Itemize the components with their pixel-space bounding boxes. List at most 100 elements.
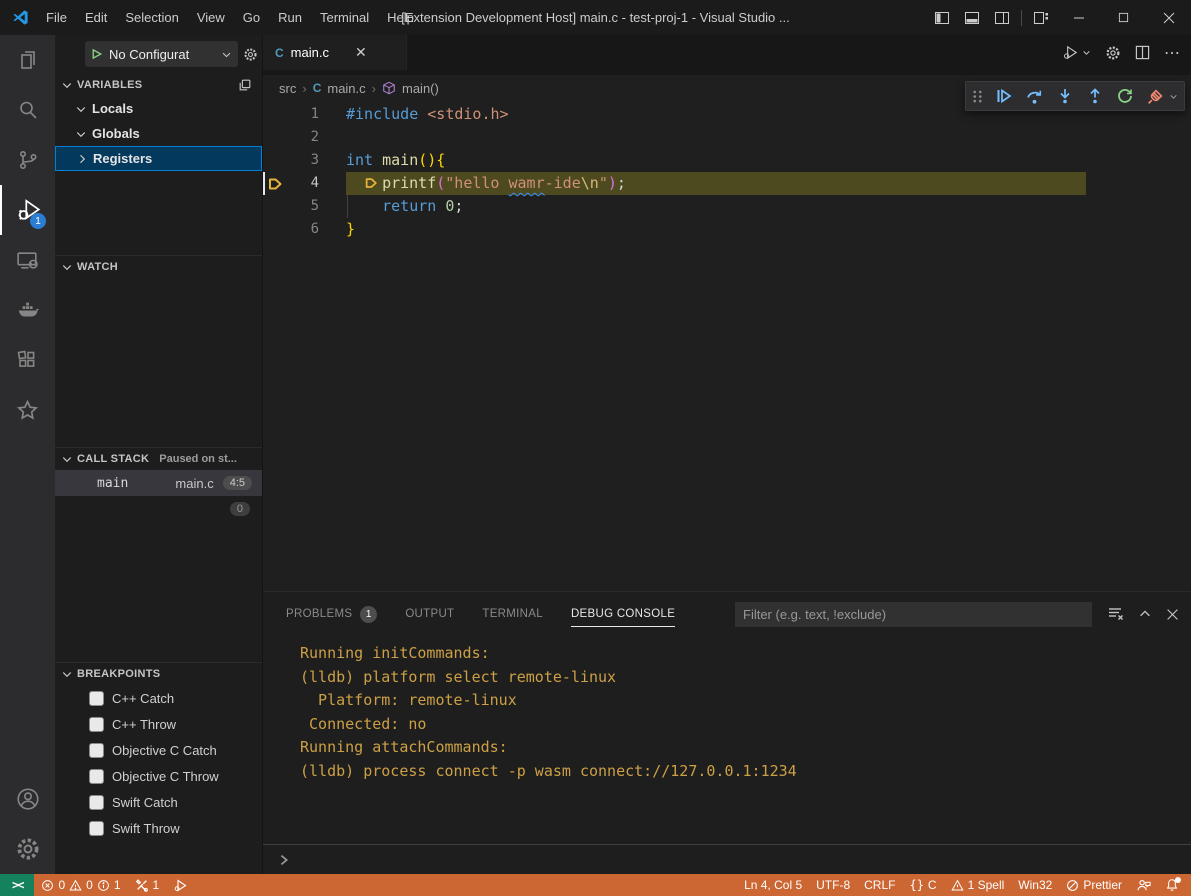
scope-globals[interactable]: Globals (55, 121, 262, 146)
breakpoint-checkbox[interactable] (89, 769, 104, 784)
breadcrumb-folder[interactable]: src (279, 81, 296, 96)
tools-status[interactable]: 1 (128, 874, 167, 896)
toolbar-drag-handle[interactable] (972, 89, 983, 104)
editor-gear-icon[interactable] (1105, 45, 1121, 61)
toggle-panel-icon[interactable] (957, 0, 987, 35)
encoding-status[interactable]: UTF-8 (809, 874, 857, 896)
panel-tab-debug-console[interactable]: DEBUG CONSOLE (571, 592, 675, 636)
gutter-glyph[interactable] (263, 149, 287, 172)
breakpoint-checkbox[interactable] (89, 691, 104, 706)
formatter-status[interactable]: Prettier (1059, 874, 1129, 896)
debug-stackframe-gutter-icon[interactable] (263, 172, 287, 195)
breakpoint-row[interactable]: Objective C Throw (55, 763, 262, 789)
debug-session-status[interactable] (166, 874, 195, 896)
remote-indicator[interactable]: >< (0, 874, 34, 896)
code-line[interactable]: 4 printf("hello wamr-ide\n"); (263, 172, 1191, 195)
scope-locals[interactable]: Locals (55, 96, 262, 121)
breakpoint-row[interactable]: Swift Throw (55, 815, 262, 841)
gutter-glyph[interactable] (263, 195, 287, 218)
panel-tab-problems[interactable]: PROBLEMS1 (286, 592, 377, 636)
code-line[interactable]: 6} (263, 218, 1191, 241)
console-filter-input[interactable] (735, 602, 1092, 627)
line-number[interactable]: 3 (287, 149, 319, 172)
clear-console-icon[interactable] (1108, 606, 1124, 622)
search-icon[interactable] (0, 85, 55, 135)
breakpoint-row[interactable]: Swift Catch (55, 789, 262, 815)
menu-selection[interactable]: Selection (116, 0, 187, 35)
source-control-icon[interactable] (0, 135, 55, 185)
code-line[interactable]: 3int main(){ (263, 149, 1191, 172)
call-stack-frame-row[interactable]: main main.c 4:5 (55, 470, 262, 496)
debug-config-dropdown[interactable]: No Configurat (85, 41, 238, 67)
line-number[interactable]: 2 (287, 126, 319, 149)
breadcrumb-file[interactable]: main.c (327, 81, 365, 96)
breakpoint-row[interactable]: C++ Catch (55, 685, 262, 711)
accounts-icon[interactable] (0, 774, 55, 824)
line-number[interactable]: 6 (287, 218, 319, 241)
breakpoint-checkbox[interactable] (89, 795, 104, 810)
menu-file[interactable]: File (37, 0, 76, 35)
menu-view[interactable]: View (188, 0, 234, 35)
tab-main-c[interactable]: C main.c ✕ (263, 35, 407, 70)
breakpoint-checkbox[interactable] (89, 821, 104, 836)
breakpoint-checkbox[interactable] (89, 743, 104, 758)
feedback-status[interactable] (1129, 874, 1158, 896)
menu-help[interactable]: Help (378, 0, 423, 35)
line-number[interactable]: 4 (287, 172, 319, 195)
debug-console-input[interactable] (263, 844, 1191, 874)
restart-icon[interactable] (1116, 87, 1134, 105)
problems-status[interactable]: 0 0 1 (34, 874, 127, 896)
call-stack-session-row[interactable]: 0 (55, 496, 262, 522)
code-line[interactable]: 2 (263, 126, 1191, 149)
platform-status[interactable]: Win32 (1011, 874, 1059, 896)
menu-edit[interactable]: Edit (76, 0, 116, 35)
line-number[interactable]: 5 (287, 195, 319, 218)
menu-run[interactable]: Run (269, 0, 311, 35)
close-panel-icon[interactable] (1166, 608, 1179, 621)
split-editor-icon[interactable] (1135, 45, 1150, 60)
breakpoint-row[interactable]: C++ Throw (55, 711, 262, 737)
gutter-glyph[interactable] (263, 126, 287, 149)
watch-section-header[interactable]: WATCH (55, 255, 262, 278)
code-editor[interactable]: 1#include <stdio.h>23int main(){4 printf… (263, 101, 1191, 591)
code-line[interactable]: 5 return 0; (263, 195, 1191, 218)
maximize-panel-icon[interactable] (1138, 607, 1152, 621)
toggle-secondary-sidebar-icon[interactable] (987, 0, 1017, 35)
gutter-glyph[interactable] (263, 103, 287, 126)
panel-tab-output[interactable]: OUTPUT (405, 592, 454, 636)
tab-close-icon[interactable]: ✕ (355, 44, 367, 61)
step-out-icon[interactable] (1086, 87, 1104, 105)
close-button[interactable] (1146, 0, 1191, 35)
toggle-sidebar-icon[interactable] (927, 0, 957, 35)
explorer-icon[interactable] (0, 35, 55, 85)
scope-registers[interactable]: Registers (55, 146, 262, 171)
spell-checker-status[interactable]: 1 Spell (944, 874, 1012, 896)
breadcrumb-symbol[interactable]: main() (402, 81, 439, 96)
maximize-button[interactable] (1101, 0, 1146, 35)
star-extension-icon[interactable] (0, 385, 55, 435)
step-into-icon[interactable] (1056, 87, 1074, 105)
minimize-button[interactable] (1056, 0, 1101, 35)
docker-icon[interactable] (0, 285, 55, 335)
menu-go[interactable]: Go (234, 0, 269, 35)
step-over-icon[interactable] (1025, 87, 1044, 106)
breakpoints-section-header[interactable]: BREAKPOINTS (55, 662, 262, 685)
more-actions-icon[interactable]: ⋯ (1164, 43, 1181, 63)
language-mode[interactable]: {} C (902, 874, 943, 896)
extensions-icon[interactable] (0, 335, 55, 385)
cursor-position[interactable]: Ln 4, Col 5 (737, 874, 809, 896)
eol-status[interactable]: CRLF (857, 874, 902, 896)
run-or-debug-button[interactable] (1062, 44, 1091, 61)
breakpoint-checkbox[interactable] (89, 717, 104, 732)
remote-explorer-icon[interactable] (0, 235, 55, 285)
variables-section-header[interactable]: VARIABLES (55, 73, 262, 96)
configure-gear-icon[interactable] (243, 47, 258, 62)
menu-terminal[interactable]: Terminal (311, 0, 378, 35)
gutter-glyph[interactable] (263, 218, 287, 241)
notifications-status[interactable] (1158, 874, 1191, 896)
panel-tab-terminal[interactable]: TERMINAL (482, 592, 543, 636)
line-number[interactable]: 1 (287, 103, 319, 126)
disconnect-icon[interactable] (1146, 87, 1178, 106)
call-stack-section-header[interactable]: CALL STACK Paused on st... (55, 447, 262, 470)
breakpoint-row[interactable]: Objective C Catch (55, 737, 262, 763)
